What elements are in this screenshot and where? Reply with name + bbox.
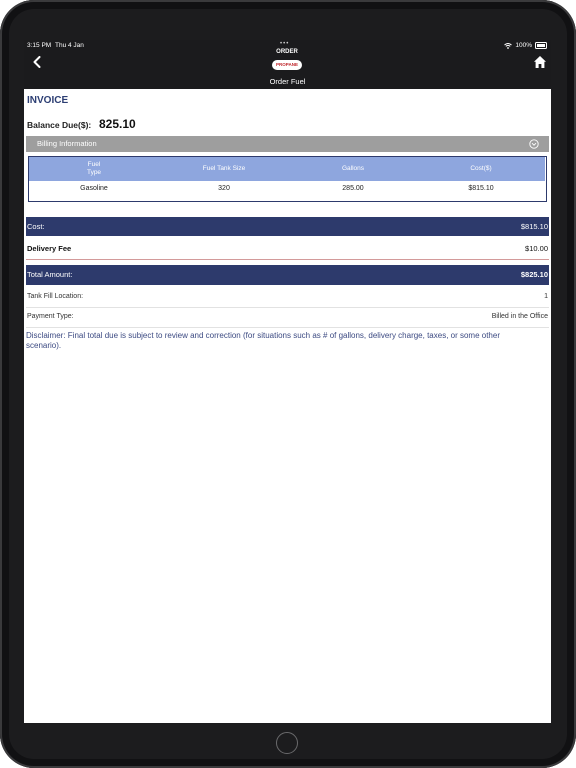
cost-label: Cost: bbox=[27, 222, 45, 231]
home-icon bbox=[534, 56, 546, 68]
balance-due-value: 825.10 bbox=[99, 117, 136, 131]
billing-table-header: Fuel Type Fuel Tank Size Gallons Cost($) bbox=[29, 157, 545, 181]
home-button[interactable] bbox=[533, 55, 547, 69]
device-home-button[interactable] bbox=[276, 732, 298, 754]
status-date: Thu 4 Jan bbox=[55, 42, 84, 49]
column-header-cost: Cost($) bbox=[470, 165, 492, 172]
page-title: Order Fuel bbox=[269, 77, 306, 86]
delivery-fee-value: $10.00 bbox=[525, 244, 548, 253]
column-header-gallons: Gallons bbox=[341, 165, 365, 172]
balance-due-label: Balance Due($): bbox=[27, 120, 92, 130]
table-cell-tank-size: 320 bbox=[218, 185, 230, 192]
back-button[interactable] bbox=[30, 55, 44, 69]
delivery-fee-label: Delivery Fee bbox=[27, 244, 72, 253]
billing-information-toggle[interactable]: Billing Information bbox=[26, 136, 549, 152]
status-right: 100% bbox=[504, 42, 547, 49]
table-cell-fuel-type: Gasoline bbox=[80, 185, 108, 192]
chevron-down-circle-icon bbox=[529, 139, 539, 149]
battery-percent: 100% bbox=[515, 42, 532, 49]
billing-table: Fuel Type Fuel Tank Size Gallons Cost($)… bbox=[28, 156, 547, 202]
column-header-fuel-tank-size: Fuel Tank Size bbox=[202, 165, 246, 172]
column-header-fuel-type: Fuel Type bbox=[86, 161, 102, 176]
invoice-heading: INVOICE bbox=[27, 95, 69, 106]
payment-type-value: Billed in the Office bbox=[491, 313, 548, 320]
order-propane-logo: ORDER PROPANE bbox=[270, 49, 304, 74]
chevron-left-icon bbox=[33, 56, 41, 68]
wifi-icon bbox=[504, 42, 513, 49]
billing-information-label: Billing Information bbox=[37, 139, 97, 148]
table-cell-gallons: 285.00 bbox=[342, 185, 364, 192]
logo-bottom-text: PROPANE bbox=[272, 60, 302, 70]
navigation-bar: 3:15 PM Thu 4 Jan ••• 100% ORDER PROPANE bbox=[24, 40, 551, 89]
delivery-fee-row: Delivery Fee $10.00 bbox=[26, 239, 549, 260]
payment-type-label: Payment Type: bbox=[27, 313, 74, 320]
total-amount-label: Total Amount: bbox=[27, 270, 73, 279]
total-amount-value: $825.10 bbox=[520, 270, 548, 279]
tank-fill-location-value: 1 bbox=[544, 293, 548, 300]
total-amount-row: Total Amount: $825.10 bbox=[26, 265, 549, 285]
cost-row: Cost: $815.10 bbox=[26, 217, 549, 236]
disclaimer-text: Disclaimer: Final total due is subject t… bbox=[26, 331, 500, 350]
battery-icon bbox=[535, 42, 547, 49]
cost-value: $815.10 bbox=[520, 222, 548, 231]
logo-top-text: ORDER bbox=[276, 49, 298, 55]
payment-type-row: Payment Type: Billed in the Office bbox=[26, 307, 549, 327]
multitask-dots-icon[interactable]: ••• bbox=[280, 41, 289, 47]
tank-fill-location-label: Tank Fill Location: bbox=[27, 293, 84, 300]
table-cell-cost: $815.10 bbox=[468, 185, 494, 192]
status-time: 3:15 PM bbox=[27, 42, 52, 49]
tank-fill-location-row: Tank Fill Location: 1 bbox=[26, 287, 549, 307]
app-screen: 3:15 PM Thu 4 Jan ••• 100% ORDER PROPANE bbox=[24, 40, 551, 723]
divider bbox=[26, 327, 549, 328]
